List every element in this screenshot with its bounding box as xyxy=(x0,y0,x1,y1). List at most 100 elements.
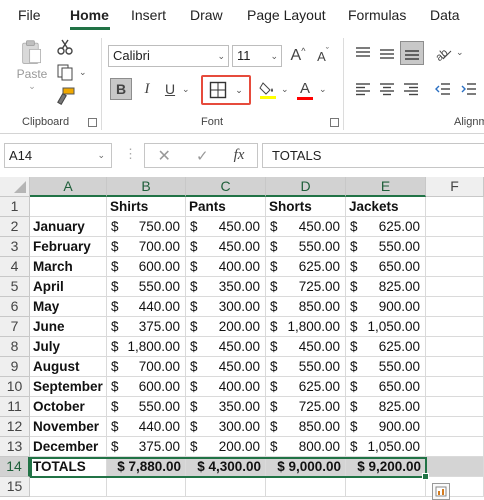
cell-b8[interactable]: $1,800.00 xyxy=(107,337,186,357)
cell-f8[interactable] xyxy=(426,337,484,357)
row-header-1[interactable]: 1 xyxy=(0,197,30,217)
select-all-corner[interactable] xyxy=(0,177,30,197)
cell-a13[interactable]: December xyxy=(30,437,107,457)
name-box[interactable]: A14 ⌄ xyxy=(4,143,112,168)
cell-d3[interactable]: $550.00 xyxy=(266,237,346,257)
column-header-d[interactable]: D xyxy=(266,177,346,197)
cell-c12[interactable]: $300.00 xyxy=(186,417,266,437)
decrease-indent-icon[interactable] xyxy=(432,78,454,100)
paste-button[interactable]: Paste ⌄ xyxy=(14,40,50,92)
cell-f11[interactable] xyxy=(426,397,484,417)
row-header-10[interactable]: 10 xyxy=(0,377,30,397)
cell-c14[interactable]: $ 4,300.00 xyxy=(186,457,266,477)
align-bottom-icon[interactable] xyxy=(400,41,424,65)
quick-analysis-icon[interactable] xyxy=(432,483,450,500)
cell-c4[interactable]: $400.00 xyxy=(186,257,266,277)
tab-page-layout[interactable]: Page Layout xyxy=(247,7,326,23)
tab-file[interactable]: File xyxy=(18,7,41,23)
cell-e13[interactable]: $1,050.00 xyxy=(346,437,426,457)
cell-b2[interactable]: $750.00 xyxy=(107,217,186,237)
row-header-12[interactable]: 12 xyxy=(0,417,30,437)
cell-a7[interactable]: June xyxy=(30,317,107,337)
underline-dropdown-icon[interactable]: ⌄ xyxy=(182,84,190,95)
cell-d10[interactable]: $625.00 xyxy=(266,377,346,397)
cell-d6[interactable]: $850.00 xyxy=(266,297,346,317)
cell-a5[interactable]: April xyxy=(30,277,107,297)
row-header-4[interactable]: 4 xyxy=(0,257,30,277)
cell-e5[interactable]: $825.00 xyxy=(346,277,426,297)
cell-b3[interactable]: $700.00 xyxy=(107,237,186,257)
tab-home[interactable]: Home xyxy=(70,7,109,23)
cell-e12[interactable]: $900.00 xyxy=(346,417,426,437)
cell-b15[interactable] xyxy=(107,477,186,497)
cell-c5[interactable]: $350.00 xyxy=(186,277,266,297)
cell-d11[interactable]: $725.00 xyxy=(266,397,346,417)
cell-f10[interactable] xyxy=(426,377,484,397)
tab-formulas[interactable]: Formulas xyxy=(348,7,406,23)
cell-d15[interactable] xyxy=(266,477,346,497)
cell-b10[interactable]: $600.00 xyxy=(107,377,186,397)
row-header-5[interactable]: 5 xyxy=(0,277,30,297)
cell-a6[interactable]: May xyxy=(30,297,107,317)
cell-d14[interactable]: $ 9,000.00 xyxy=(266,457,346,477)
cell-f4[interactable] xyxy=(426,257,484,277)
font-launcher-icon[interactable] xyxy=(330,118,339,127)
cell-e7[interactable]: $1,050.00 xyxy=(346,317,426,337)
row-header-15[interactable]: 15 xyxy=(0,477,30,497)
cell-e9[interactable]: $550.00 xyxy=(346,357,426,377)
cell-a4[interactable]: March xyxy=(30,257,107,277)
column-header-c[interactable]: C xyxy=(186,177,266,197)
font-name-dropdown[interactable]: Calibri ⌄ xyxy=(108,45,229,67)
cell-b11[interactable]: $550.00 xyxy=(107,397,186,417)
borders-button[interactable]: ⌄ xyxy=(201,75,251,105)
cell-b5[interactable]: $550.00 xyxy=(107,277,186,297)
cell-f2[interactable] xyxy=(426,217,484,237)
cell-a11[interactable]: October xyxy=(30,397,107,417)
row-header-13[interactable]: 13 xyxy=(0,437,30,457)
align-top-icon[interactable] xyxy=(352,42,374,64)
cell-e15[interactable] xyxy=(346,477,426,497)
cell-b14[interactable]: $ 7,880.00 xyxy=(107,457,186,477)
increase-indent-icon[interactable] xyxy=(458,78,480,100)
orientation-icon[interactable]: ab xyxy=(432,42,454,64)
cell-a1[interactable] xyxy=(30,197,107,217)
tab-data[interactable]: Data xyxy=(430,7,460,23)
row-header-7[interactable]: 7 xyxy=(0,317,30,337)
fill-color-dropdown-icon[interactable]: ⌄ xyxy=(281,84,289,95)
cell-f13[interactable] xyxy=(426,437,484,457)
align-right-icon[interactable] xyxy=(400,78,422,100)
cell-b4[interactable]: $600.00 xyxy=(107,257,186,277)
column-header-b[interactable]: B xyxy=(107,177,186,197)
tab-insert[interactable]: Insert xyxy=(131,7,166,23)
cell-c1[interactable]: Pants xyxy=(186,197,266,217)
align-middle-icon[interactable] xyxy=(376,42,398,64)
orientation-dropdown-icon[interactable]: ⌄ xyxy=(456,47,464,58)
align-center-icon[interactable] xyxy=(376,78,398,100)
cell-b7[interactable]: $375.00 xyxy=(107,317,186,337)
cell-e3[interactable]: $550.00 xyxy=(346,237,426,257)
column-header-a[interactable]: A xyxy=(30,177,107,197)
cell-b1[interactable]: Shirts xyxy=(107,197,186,217)
insert-function-icon[interactable]: fx xyxy=(234,147,245,164)
cell-c13[interactable]: $200.00 xyxy=(186,437,266,457)
row-header-11[interactable]: 11 xyxy=(0,397,30,417)
cell-e4[interactable]: $650.00 xyxy=(346,257,426,277)
font-color-button[interactable]: A xyxy=(294,78,316,102)
cell-a12[interactable]: November xyxy=(30,417,107,437)
underline-button[interactable]: U xyxy=(160,78,180,100)
cell-a15[interactable] xyxy=(30,477,107,497)
column-header-f[interactable]: F xyxy=(426,177,484,197)
cell-d7[interactable]: $1,800.00 xyxy=(266,317,346,337)
cell-d5[interactable]: $725.00 xyxy=(266,277,346,297)
cell-f9[interactable] xyxy=(426,357,484,377)
font-size-dropdown[interactable]: 11 ⌄ xyxy=(232,45,282,67)
paste-dropdown-icon[interactable]: ⌄ xyxy=(28,81,36,92)
cut-icon[interactable] xyxy=(56,38,74,56)
cell-d1[interactable]: Shorts xyxy=(266,197,346,217)
row-header-3[interactable]: 3 xyxy=(0,237,30,257)
row-header-6[interactable]: 6 xyxy=(0,297,30,317)
cell-f5[interactable] xyxy=(426,277,484,297)
cell-f14[interactable] xyxy=(426,457,484,477)
cell-b13[interactable]: $375.00 xyxy=(107,437,186,457)
cell-d13[interactable]: $800.00 xyxy=(266,437,346,457)
